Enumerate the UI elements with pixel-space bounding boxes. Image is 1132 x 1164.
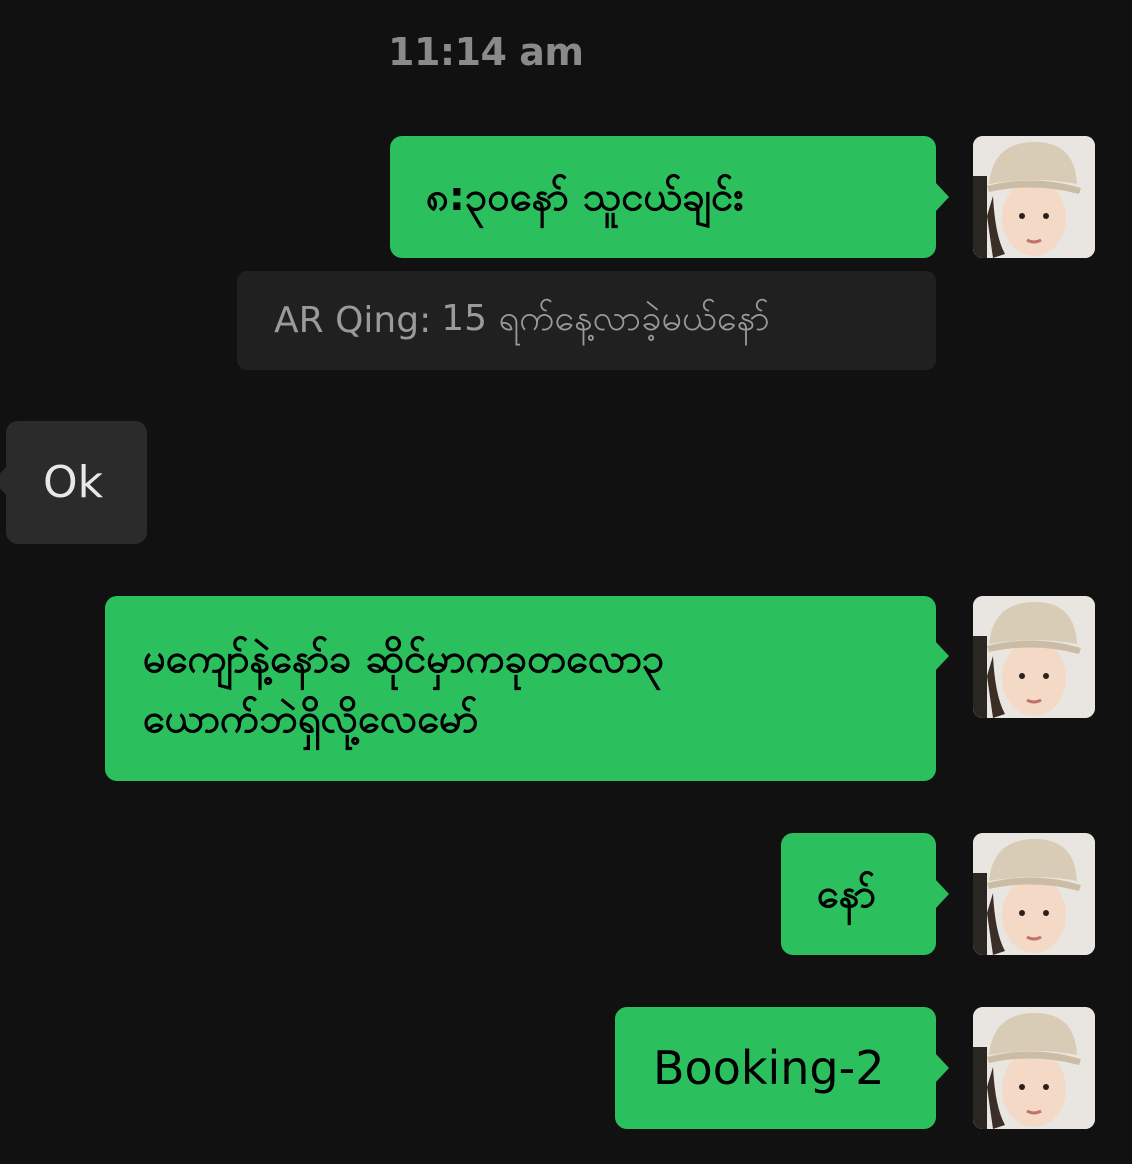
message-timestamp: 11:14 am — [388, 30, 584, 74]
quote-sender: AR Qing: — [274, 300, 432, 341]
avatar-image — [973, 136, 1095, 258]
quote-text: 15 ရက်နေ့လာခဲ့မယ်နော် — [441, 297, 770, 339]
message-text: Ok — [43, 456, 104, 508]
message-bubble-outgoing[interactable]: မကျော်နဲ့နော်ခ ဆိုင်မှာကခုတလော၃ ယောက်ဘဲရ… — [105, 596, 949, 781]
message-bubble-outgoing[interactable]: ၈:၃၀နော် သူငယ်ချင်း — [390, 136, 949, 258]
user-avatar-icon[interactable] — [973, 833, 1095, 955]
message-bubble-outgoing[interactable]: နော် — [781, 833, 949, 955]
avatar-image — [973, 833, 1095, 955]
message-bubble-outgoing[interactable]: Booking-2 — [615, 1007, 949, 1129]
message-text: Booking-2 — [653, 1041, 885, 1095]
quoted-reply[interactable]: AR Qing: 15 ရက်နေ့လာခဲ့မယ်နော် — [237, 271, 936, 370]
user-avatar-icon[interactable] — [973, 136, 1095, 258]
avatar-image — [973, 1007, 1095, 1129]
user-avatar-icon[interactable] — [973, 596, 1095, 718]
message-text-line: ယောက်ဘဲရှိလို့လေမော် — [143, 695, 479, 742]
avatar-image — [973, 596, 1095, 718]
message-text-line: မကျော်နဲ့နော်ခ ဆိုင်မှာကခုတလော၃ — [143, 635, 665, 682]
user-avatar-icon[interactable] — [973, 1007, 1095, 1129]
message-text: ၈:၃၀နော် သူငယ်ချင်း — [426, 174, 744, 220]
message-bubble-incoming[interactable]: Ok — [0, 421, 147, 544]
message-text: နော် — [817, 871, 876, 917]
